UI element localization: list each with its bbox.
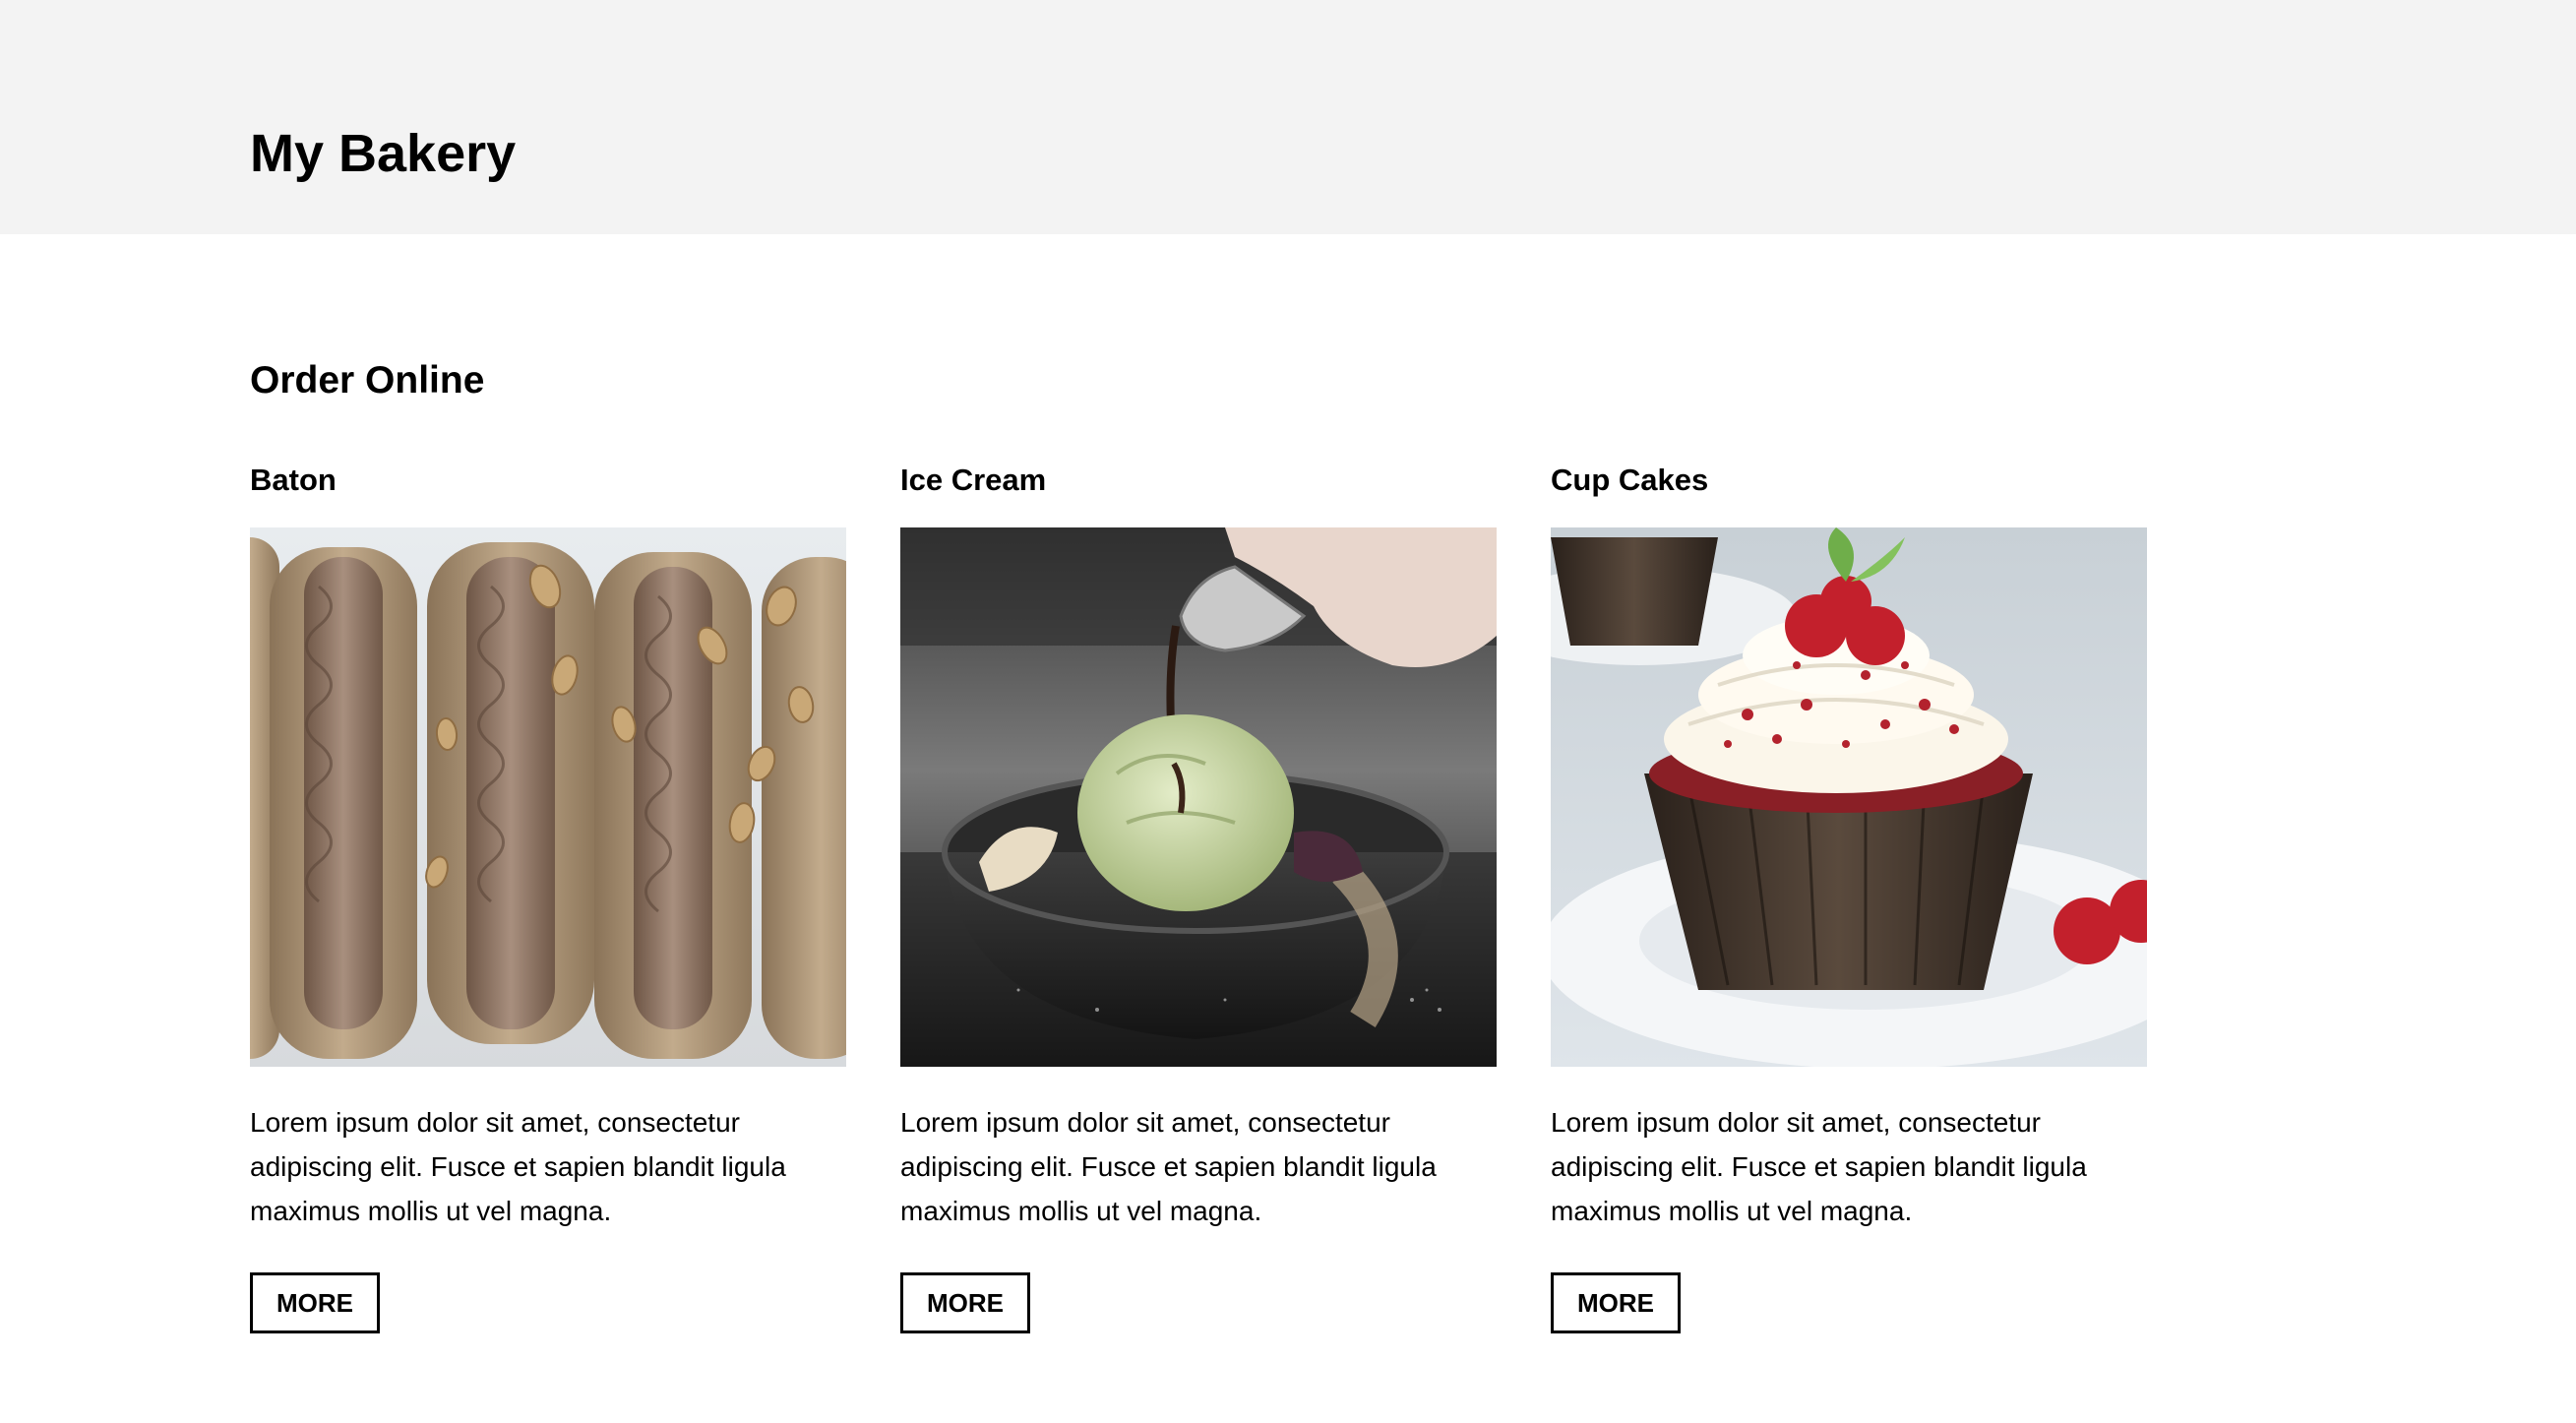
- product-card-baton: Baton Lorem ipsum dolor sit amet, consec…: [250, 461, 846, 1333]
- product-image-baton: [250, 527, 846, 1067]
- product-name: Baton: [250, 463, 337, 497]
- section-title: Order Online: [250, 359, 485, 402]
- more-button[interactable]: MORE: [1551, 1272, 1681, 1333]
- product-name: Cup Cakes: [1551, 463, 1709, 497]
- more-button[interactable]: MORE: [250, 1272, 380, 1333]
- site-title: My Bakery: [250, 124, 517, 183]
- product-card-ice-cream: Ice Cream Lorem ipsum dolor sit amet, co…: [900, 461, 1497, 1333]
- product-image-ice-cream: [900, 527, 1497, 1067]
- product-description: Lorem ipsum dolor sit amet, consectetur …: [1551, 1107, 2087, 1226]
- product-name: Ice Cream: [900, 463, 1047, 497]
- product-description: Lorem ipsum dolor sit amet, consectetur …: [900, 1107, 1437, 1226]
- product-card-cup-cakes: Cup Cakes Lorem ipsum dolor sit amet, co…: [1551, 461, 2147, 1333]
- more-button[interactable]: MORE: [900, 1272, 1030, 1333]
- product-description: Lorem ipsum dolor sit amet, consectetur …: [250, 1107, 786, 1226]
- product-image-cup-cakes: [1551, 527, 2147, 1067]
- site-header: My Bakery: [0, 0, 2576, 234]
